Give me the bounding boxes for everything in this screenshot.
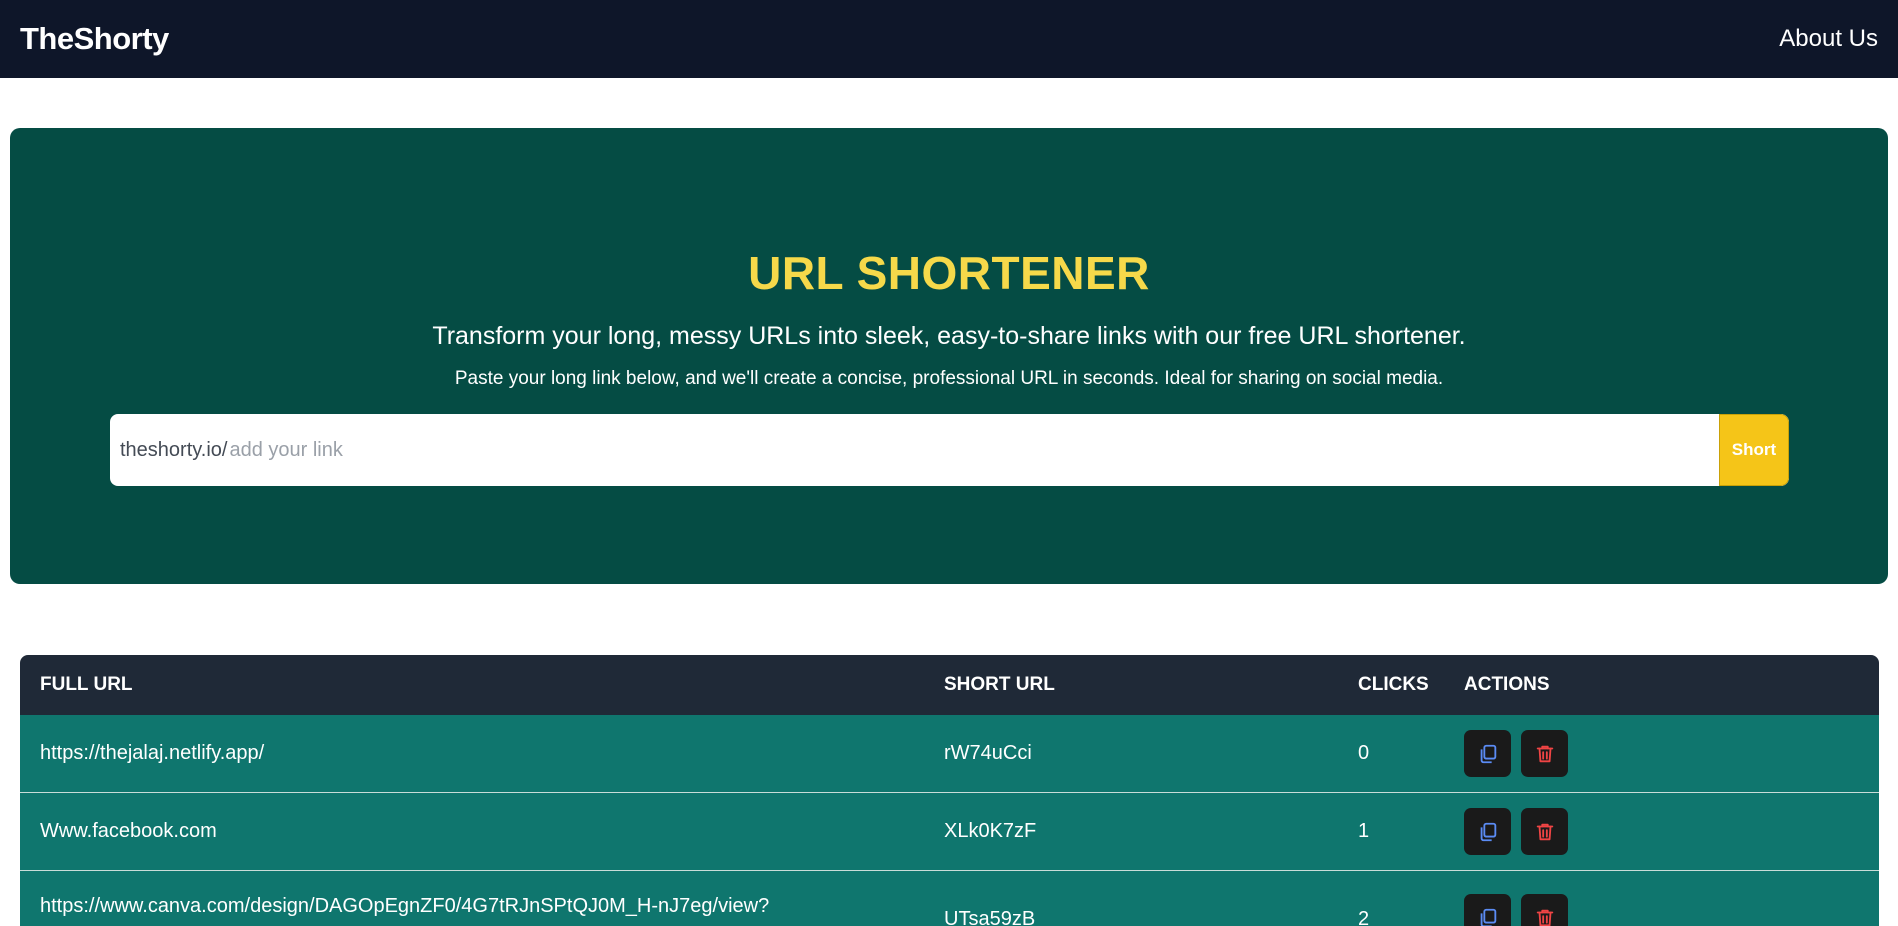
short-url-cell[interactable]: UTsa59zB (944, 891, 1358, 926)
links-table: FULL URL SHORT URL CLICKS ACTIONS https:… (20, 655, 1879, 926)
clicks-cell: 2 (1358, 908, 1370, 926)
delete-button[interactable] (1521, 808, 1568, 855)
hero-title: URL SHORTENER (748, 247, 1150, 299)
header-short-url: SHORT URL (944, 674, 1055, 695)
table-row: https://thejalaj.netlify.app/ rW74uCci 0 (20, 715, 1879, 793)
trash-icon (1536, 745, 1553, 762)
copy-button[interactable] (1464, 730, 1511, 777)
header-actions: ACTIONS (1464, 674, 1550, 695)
copy-button[interactable] (1464, 894, 1511, 926)
clicks-cell: 1 (1358, 820, 1370, 842)
table-header: FULL URL SHORT URL CLICKS ACTIONS (20, 655, 1879, 715)
table-row: https://www.canva.com/design/DAGOpEgnZF0… (20, 871, 1879, 926)
table-row: Www.facebook.com XLk0K7zF 1 (20, 793, 1879, 871)
full-url-cell: https://www.canva.com/design/DAGOpEgnZF0… (40, 895, 770, 917)
short-button[interactable]: Short (1719, 414, 1789, 486)
delete-button[interactable] (1521, 894, 1568, 926)
url-form: theshorty.io/ Short (110, 414, 1789, 486)
short-url-cell[interactable]: XLk0K7zF (944, 820, 1358, 843)
hero-description: Paste your long link below, and we'll cr… (454, 368, 1444, 389)
full-url-cell: Www.facebook.com (40, 820, 217, 842)
delete-button[interactable] (1521, 730, 1568, 777)
url-prefix: theshorty.io/ (120, 438, 228, 461)
actions-cell (1464, 891, 1879, 926)
actions-cell (1464, 808, 1879, 855)
navbar: TheShorty About Us (0, 0, 1898, 78)
short-url-cell[interactable]: rW74uCci (944, 742, 1358, 765)
copy-button[interactable] (1464, 808, 1511, 855)
copy-icon (1480, 744, 1496, 763)
trash-icon (1536, 909, 1553, 926)
header-full-url: FULL URL (40, 674, 133, 695)
hero-section: URL SHORTENER Transform your long, messy… (10, 128, 1888, 584)
trash-icon (1536, 823, 1553, 840)
copy-icon (1480, 908, 1496, 926)
clicks-cell: 0 (1358, 742, 1370, 764)
about-us-link[interactable]: About Us (1779, 25, 1878, 53)
brand-logo[interactable]: TheShorty (20, 21, 169, 57)
header-clicks: CLICKS (1358, 674, 1429, 695)
actions-cell (1464, 730, 1879, 777)
hero-subtitle: Transform your long, messy URLs into sle… (432, 322, 1466, 350)
copy-icon (1480, 822, 1496, 841)
url-input[interactable] (227, 414, 1719, 486)
full-url-cell: https://thejalaj.netlify.app/ (40, 742, 265, 764)
